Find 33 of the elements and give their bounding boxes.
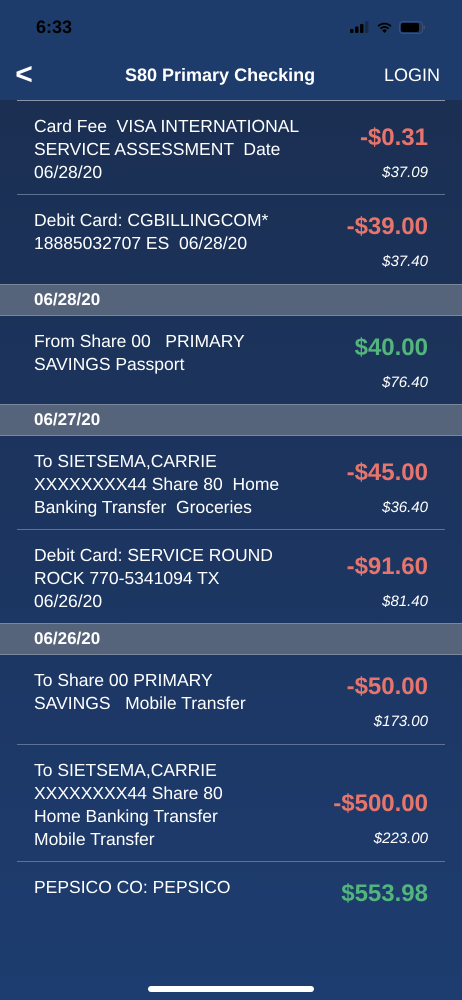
battery-icon [399,20,426,34]
transaction-amount: -$91.60 [346,552,428,582]
transaction-description: Debit Card: SERVICE ROUND ROCK 770-5341094 TX 06/26/20 [34,544,274,613]
running-balance: $223.00 [374,829,428,849]
date-header: 06/27/20 [34,409,100,432]
page-title: S80 Primary Checking [125,64,316,87]
wifi-icon [376,21,393,33]
status-time: 6:33 [36,16,72,38]
transaction-description: Card Fee VISA INTERNATIONAL SERVICE ASSESSMENT Date 06/28/20 [34,115,300,184]
transaction-amount: -$0.31 [360,122,428,152]
transaction-amount: -$45.00 [346,458,428,488]
transaction-description: From Share 00 PRIMARY SAVINGS Passport [34,330,246,376]
running-balance: $76.40 [382,372,428,392]
transaction-amount: -$50.00 [346,672,428,702]
date-header: 06/28/20 [34,288,100,311]
transaction-amount: $553.98 [341,878,428,908]
transaction-description: Debit Card: CGBILLINGCOM* 18885032707 ES 06/28/20 [34,209,270,255]
running-balance: $37.40 [382,252,428,272]
transaction-description: To Share 00 PRIMARY SAVINGS Mobile Transfer [34,669,247,715]
transaction-description: To SIETSEMA,CARRIE XXXXXXXX44 Share 80 Home Banking Transfer Mobile Transfer [34,758,224,850]
transaction-amount: -$39.00 [346,212,428,242]
transaction-description: PEPSICO CO: PEPSICO [34,876,232,898]
login-button[interactable]: LOGIN [384,62,440,88]
transaction-description: To SIETSEMA,CARRIE XXXXXXXX44 Share 80 Home Banking Transfer Groceries [34,450,280,519]
running-balance: $81.40 [382,592,428,612]
transaction-amount: $40.00 [354,332,428,362]
running-balance: $173.00 [374,712,428,732]
running-balance: $37.09 [382,162,428,182]
running-balance: $36.40 [382,498,428,518]
date-header: 06/26/20 [34,628,100,650]
signal-icon [350,21,370,33]
transaction-amount: -$500.00 [333,789,428,819]
back-button[interactable]: < [12,60,36,90]
